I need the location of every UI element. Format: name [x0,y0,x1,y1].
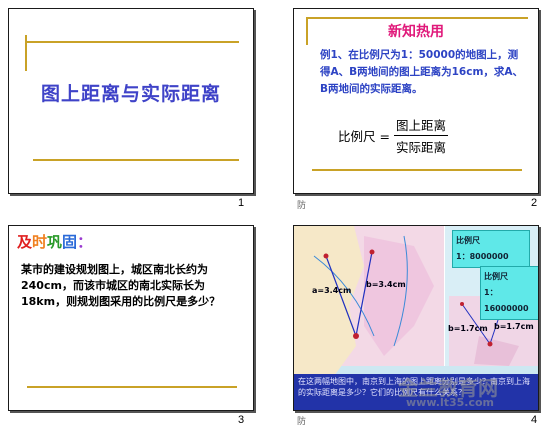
watermark-url: www.lt35.com [406,396,495,409]
gold-rule-top [25,41,239,43]
formula-lhs: 比例尺 = [338,129,390,144]
slide-number-2: 2 [531,197,538,209]
gold-rule-left [25,35,27,71]
map-label-a: a=3.4cm [312,286,352,295]
scale-legend-1: 比例尺 1：8000000 [452,230,530,268]
slide-thumbnail-3[interactable]: 及时巩固： 某市的建设规划图上，城区南北长约为240cm，而该市城区的南北实际长… [8,225,254,411]
formula-fraction: 图上距离 实际距离 [393,115,448,156]
slide-thumbnail-4[interactable]: 比例尺 1：8000000 比例尺 1：16000000 a=3.4cm b=3… [293,225,539,411]
legend-label: 比例尺 [484,272,508,281]
gold-rule-bottom [33,159,239,161]
map-label-b2: b=1.7cm [448,324,488,333]
slide-thumbnail-2[interactable]: 新知热用 例1、在比例尺为1：50000的地图上，测得A、B两地间的图上距离为1… [293,8,539,194]
title-char: 固 [62,233,78,251]
slide-title: 新知热用 [388,24,444,40]
gold-rule-bottom [27,386,237,388]
formula-denominator: 实际距离 [395,140,446,155]
map-label-b: b=3.4cm [366,280,406,289]
slide-title: 及时巩固： [17,231,92,252]
title-char: 及 [17,233,33,251]
title-char: ： [77,233,93,251]
gold-rule-top-h [306,17,528,19]
legend-value: 1：16000000 [484,288,529,313]
gold-rule-bottom [312,169,522,171]
slide-number-1: 1 [238,197,245,209]
map-image: 比例尺 1：8000000 比例尺 1：16000000 a=3.4cm b=3… [294,226,538,410]
title-char: 巩 [47,233,63,251]
scale-legend-2: 比例尺 1：16000000 [480,266,538,320]
slide-thumbnail-1[interactable]: 图上距离与实际距离 [8,8,254,194]
handout-mark: 防 [297,200,307,210]
slide-title: 图上距离与实际距离 [40,83,221,105]
handout-mark: 防 [297,416,307,426]
exercise-text: 某市的建设规划图上，城区南北长约为240cm，而该市城区的南北实际长为18km，… [21,263,221,308]
slide-number-3: 3 [238,414,245,426]
formula-numerator: 图上距离 [393,115,448,136]
slide-number-4: 4 [531,414,538,426]
example-text: 例1、在比例尺为1：50000的地图上，测得A、B两地间的图上距离为16cm，求… [320,49,524,95]
legend-value: 1：8000000 [456,252,509,261]
title-char: 时 [32,233,48,251]
legend-label: 比例尺 [456,236,480,245]
map-label-b3: b=1.7cm [494,322,534,331]
scale-formula: 比例尺 = 图上距离 实际距离 [338,115,448,156]
